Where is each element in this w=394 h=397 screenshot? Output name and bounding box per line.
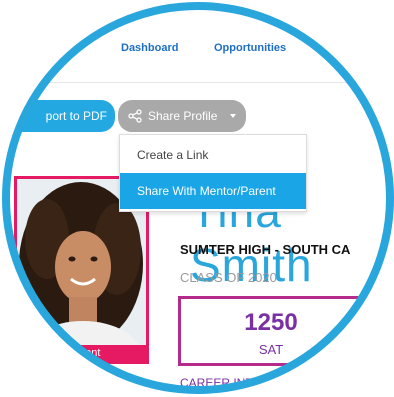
circular-viewport: Dashboard Opportunities port to PDF Shar… xyxy=(4,4,390,390)
create-link-option[interactable]: Create a Link xyxy=(120,137,306,173)
school-name: SUMTER HIGH - SOUTH CA xyxy=(180,242,351,257)
sat-score-label: SAT xyxy=(258,342,284,357)
share-menu: Create a Link Share With Mentor/Parent xyxy=(119,134,307,212)
share-icon xyxy=(128,109,142,123)
caret-down-icon xyxy=(230,114,236,118)
sat-score-card: 1250 SAT xyxy=(178,296,364,366)
nav-dashboard-link[interactable]: Dashboard xyxy=(121,42,178,54)
export-pdf-button[interactable]: port to PDF xyxy=(4,100,115,132)
nav-opportunities-link[interactable]: Opportunities xyxy=(214,42,286,54)
graduation-class: CLASS OF 2020 xyxy=(180,270,277,285)
photo-caption: Student xyxy=(17,345,146,361)
share-with-mentor-option[interactable]: Share With Mentor/Parent xyxy=(120,173,306,209)
share-profile-button[interactable]: Share Profile xyxy=(118,100,246,132)
profile-screenshot: Dashboard Opportunities port to PDF Shar… xyxy=(0,0,394,397)
top-navigation: Dashboard Opportunities xyxy=(4,4,390,83)
sat-score-value: 1250 xyxy=(244,309,298,336)
share-profile-label: Share Profile xyxy=(148,109,218,123)
career-interests-heading: CAREER INTE xyxy=(180,376,261,390)
